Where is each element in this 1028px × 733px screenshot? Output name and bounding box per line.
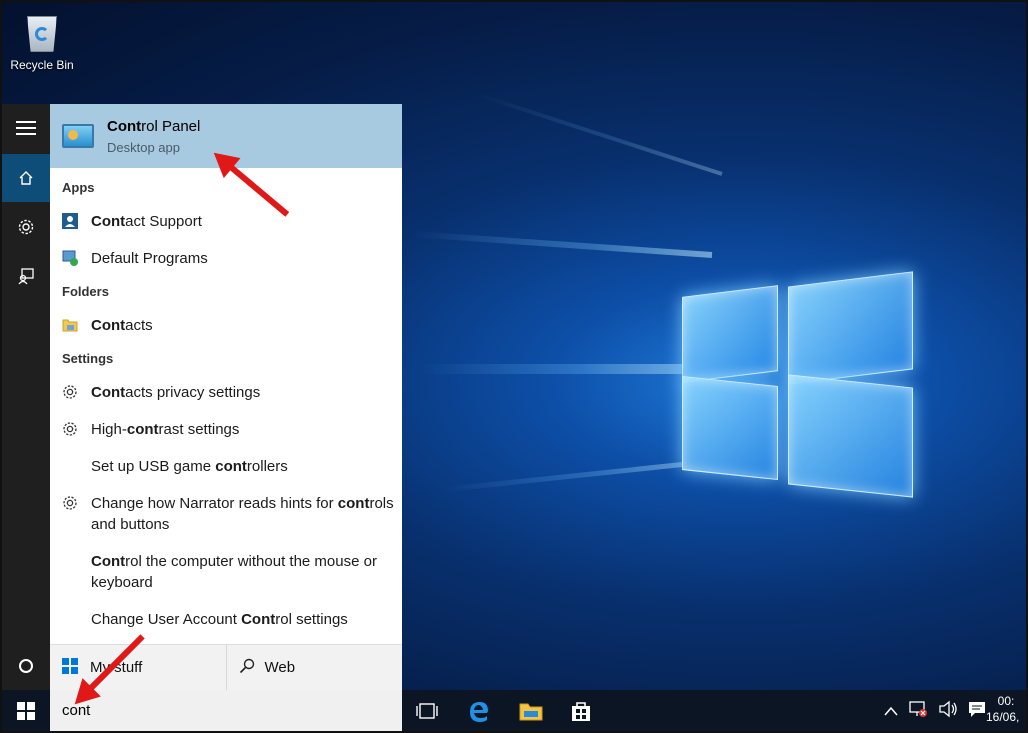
settings-gear-icon[interactable] [2, 203, 50, 251]
windows-logo-icon [17, 701, 35, 720]
store-icon[interactable] [568, 698, 594, 724]
result-contacts-privacy-settings[interactable]: Contacts privacy settings [50, 382, 402, 403]
search-filter-bar: My stuff Web [50, 644, 402, 690]
windows-logo-icon [62, 657, 78, 678]
task-view-icon[interactable] [414, 698, 440, 724]
section-header-settings: Settings [62, 351, 114, 366]
volume-icon[interactable] [938, 700, 958, 721]
light-ray [443, 462, 683, 493]
settings-gear-icon [62, 421, 78, 437]
clock-date: 16/06, [986, 710, 1020, 724]
result-usb-game-controllers[interactable]: Set up USB game controllers [50, 456, 402, 477]
best-match-title: Control Panel [107, 117, 201, 135]
edge-browser-icon[interactable] [466, 698, 492, 724]
result-high-contrast-settings[interactable]: High-contrast settings [50, 419, 402, 440]
result-default-programs[interactable]: Default Programs [50, 248, 402, 269]
start-menu-rail [2, 104, 50, 690]
home-icon[interactable] [2, 154, 50, 202]
control-panel-icon [62, 124, 94, 148]
recycle-bin-icon [23, 10, 61, 54]
result-contact-support[interactable]: Contact Support [50, 211, 402, 232]
light-ray [422, 364, 682, 374]
taskbar-search-input[interactable]: cont [50, 690, 402, 731]
search-icon [239, 658, 255, 678]
start-button[interactable] [2, 690, 50, 731]
result-user-account-control[interactable]: Change User Account Control settings [50, 609, 402, 630]
settings-gear-icon [62, 384, 78, 400]
clock-time: 00: [997, 694, 1015, 708]
feedback-icon[interactable] [2, 252, 50, 300]
file-explorer-icon[interactable] [518, 698, 544, 724]
search-results-panel: Control Panel Desktop app Apps Contact S… [50, 104, 402, 644]
result-control-without-mouse[interactable]: Control the computer without the mouse o… [50, 551, 402, 593]
recycle-bin-shortcut[interactable]: Recycle Bin [6, 10, 78, 72]
section-header-apps: Apps [62, 180, 95, 195]
system-tray [884, 690, 986, 731]
result-contacts-folder[interactable]: Contacts [50, 315, 402, 336]
hamburger-menu-icon[interactable] [2, 104, 50, 152]
network-icon[interactable] [908, 700, 928, 721]
light-ray [474, 91, 723, 176]
windows-logo-wallpaper [678, 257, 918, 498]
recycle-bin-label: Recycle Bin [10, 58, 74, 72]
taskbar: cont 00: 16/06, [2, 690, 1026, 731]
section-header-folders: Folders [62, 284, 109, 299]
default-programs-icon [62, 250, 78, 266]
settings-gear-icon [62, 495, 78, 511]
folder-icon [62, 317, 78, 333]
show-hidden-icons-chevron-up-icon[interactable] [884, 703, 898, 719]
web-search-button[interactable]: Web [225, 645, 403, 690]
result-narrator-hints[interactable]: Change how Narrator reads hints for cont… [50, 493, 402, 535]
light-ray [412, 231, 713, 258]
clock[interactable]: 00: 16/06, [986, 693, 1026, 725]
cortana-icon[interactable] [2, 642, 50, 690]
contact-support-icon [62, 213, 78, 229]
action-center-icon[interactable] [968, 700, 986, 721]
best-match-subtitle: Desktop app [107, 139, 180, 155]
